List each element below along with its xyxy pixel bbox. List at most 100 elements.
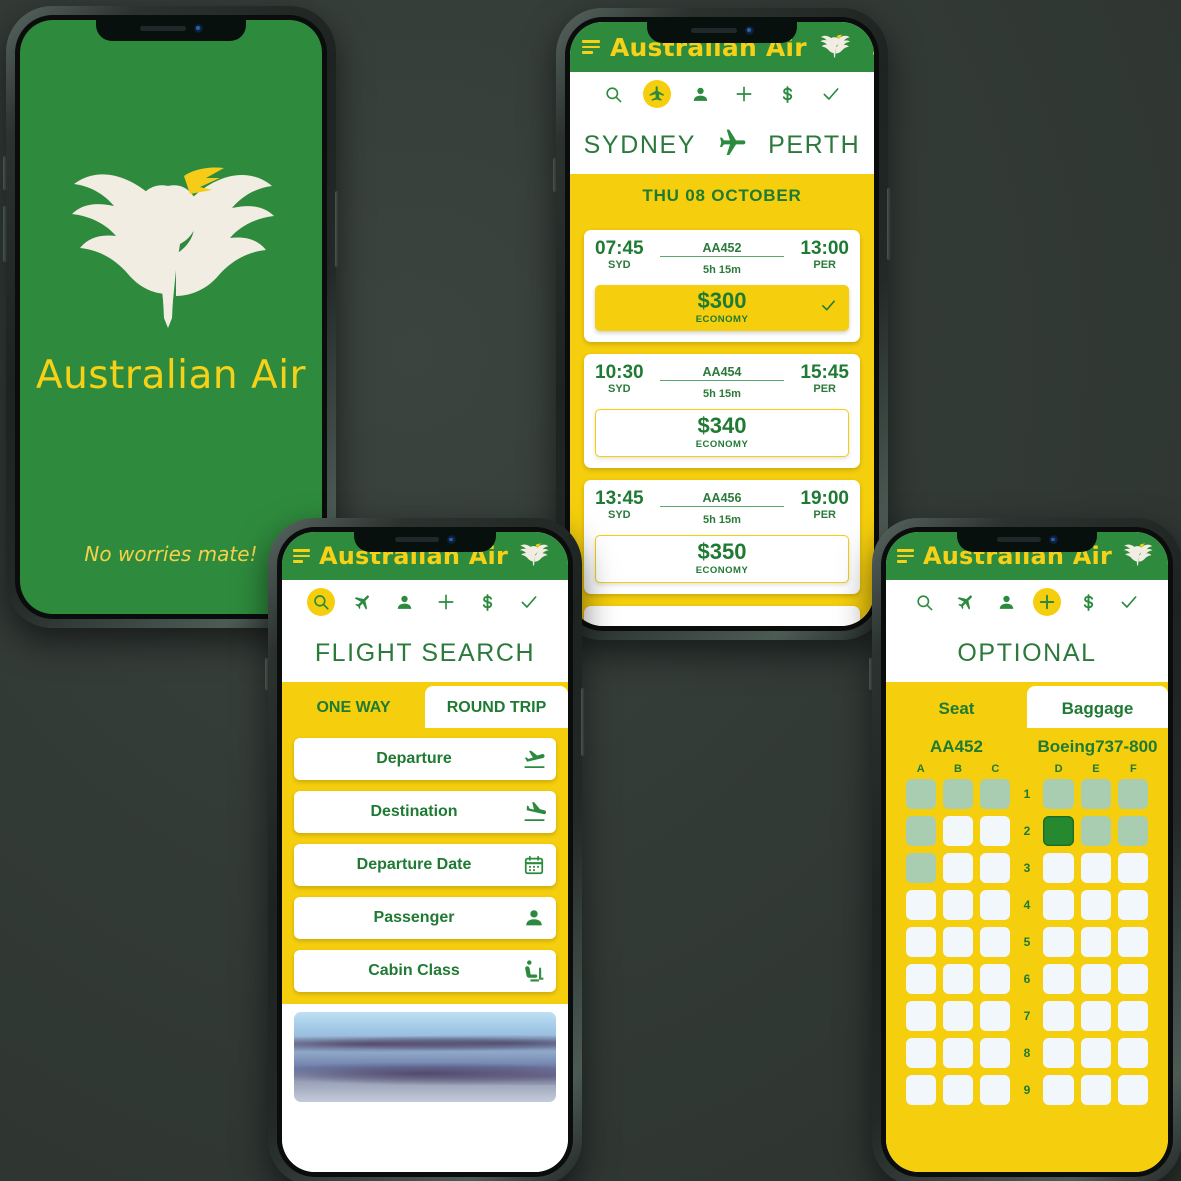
- seat-row-number: 4: [1023, 898, 1031, 912]
- seat-B9[interactable]: [942, 1075, 974, 1105]
- seat-F3[interactable]: [1118, 853, 1149, 883]
- person-icon[interactable]: [993, 588, 1021, 616]
- phone-flight-list: Australian Air SYDNEY PERTH THU 08 OCTOB…: [553, 8, 891, 640]
- tab-one-way[interactable]: ONE WAY: [282, 686, 425, 728]
- seat-B6[interactable]: [942, 964, 974, 994]
- departure-date-field[interactable]: Departure Date: [294, 844, 556, 886]
- seat-C9[interactable]: [980, 1075, 1011, 1105]
- seat-A8[interactable]: [905, 1038, 936, 1068]
- seat-D1[interactable]: [1043, 779, 1074, 809]
- tab-seat[interactable]: Seat: [886, 686, 1027, 728]
- seat-A7[interactable]: [905, 1001, 936, 1031]
- seat-B3[interactable]: [942, 853, 974, 883]
- seat-A5[interactable]: [905, 927, 936, 957]
- kebab-menu-icon[interactable]: [872, 39, 874, 55]
- seat-B8[interactable]: [942, 1038, 974, 1068]
- cabin-class-field[interactable]: Cabin Class: [294, 950, 556, 992]
- route-header: SYDNEY PERTH: [570, 116, 874, 174]
- flight-card-partial[interactable]: [584, 606, 860, 626]
- seat-E2[interactable]: [1080, 816, 1112, 846]
- seat-F1[interactable]: [1118, 779, 1149, 809]
- seat-E8[interactable]: [1080, 1038, 1112, 1068]
- seat-C2[interactable]: [980, 816, 1011, 846]
- seat-A3[interactable]: [905, 853, 936, 883]
- seat-E6[interactable]: [1080, 964, 1112, 994]
- flight-icon[interactable]: [952, 588, 980, 616]
- seat-C6[interactable]: [980, 964, 1011, 994]
- check-icon[interactable]: [817, 80, 845, 108]
- dollar-icon[interactable]: [1074, 588, 1102, 616]
- fare-button[interactable]: $300 ECONOMY: [595, 285, 849, 331]
- seat-F5[interactable]: [1118, 927, 1149, 957]
- seat-D8[interactable]: [1043, 1038, 1074, 1068]
- hamburger-icon[interactable]: [293, 549, 310, 563]
- flight-icon[interactable]: [349, 588, 377, 616]
- search-icon[interactable]: [307, 588, 336, 616]
- seat-F7[interactable]: [1118, 1001, 1149, 1031]
- seat-F6[interactable]: [1118, 964, 1149, 994]
- seat-col-e: E: [1092, 763, 1100, 775]
- seat-C7[interactable]: [980, 1001, 1011, 1031]
- seat-B7[interactable]: [942, 1001, 974, 1031]
- seat-row-number: 5: [1023, 935, 1031, 949]
- seat-B2[interactable]: [942, 816, 974, 846]
- seat-B4[interactable]: [942, 890, 974, 920]
- seat-row-number: 7: [1023, 1009, 1031, 1023]
- fare-button[interactable]: $350 ECONOMY: [595, 535, 849, 583]
- seat-E3[interactable]: [1080, 853, 1112, 883]
- seat-E7[interactable]: [1080, 1001, 1112, 1031]
- seat-B5[interactable]: [942, 927, 974, 957]
- seat-D2[interactable]: [1043, 816, 1074, 846]
- dollar-icon[interactable]: [473, 588, 501, 616]
- seat-F8[interactable]: [1118, 1038, 1149, 1068]
- seat-D3[interactable]: [1043, 853, 1074, 883]
- seat-C1[interactable]: [980, 779, 1011, 809]
- flight-card[interactable]: 10:30 SYD AA454 5h 15m 15:45 PER $340 EC…: [584, 354, 860, 468]
- arrival-block: 19:00 PER: [800, 489, 849, 521]
- seat-E5[interactable]: [1080, 927, 1112, 957]
- seat-A9[interactable]: [905, 1075, 936, 1105]
- person-icon[interactable]: [390, 588, 418, 616]
- search-icon[interactable]: [599, 80, 627, 108]
- departure-field[interactable]: Departure: [294, 738, 556, 780]
- seat-D5[interactable]: [1043, 927, 1074, 957]
- destination-field[interactable]: Destination: [294, 791, 556, 833]
- seat-E4[interactable]: [1080, 890, 1112, 920]
- passenger-field[interactable]: Passenger: [294, 897, 556, 939]
- seat-A1[interactable]: [905, 779, 936, 809]
- search-icon[interactable]: [911, 588, 939, 616]
- fare-button[interactable]: $340 ECONOMY: [595, 409, 849, 457]
- seat-C5[interactable]: [980, 927, 1011, 957]
- seat-D4[interactable]: [1043, 890, 1074, 920]
- plus-icon[interactable]: [730, 80, 758, 108]
- seat-C3[interactable]: [980, 853, 1011, 883]
- hamburger-icon[interactable]: [582, 40, 600, 54]
- check-icon[interactable]: [515, 588, 543, 616]
- seat-D7[interactable]: [1043, 1001, 1074, 1031]
- flight-card[interactable]: 13:45 SYD AA456 5h 15m 19:00 PER $350 EC…: [584, 480, 860, 594]
- seat-D9[interactable]: [1043, 1075, 1074, 1105]
- flight-card[interactable]: 07:45 SYD AA452 5h 15m 13:00 PER $300 EC…: [584, 230, 860, 342]
- seat-E9[interactable]: [1080, 1075, 1112, 1105]
- seat-D6[interactable]: [1043, 964, 1074, 994]
- date-bar[interactable]: THU 08 OCTOBER: [570, 174, 874, 218]
- plus-icon[interactable]: [432, 588, 460, 616]
- hamburger-icon[interactable]: [897, 549, 914, 563]
- seat-F2[interactable]: [1118, 816, 1149, 846]
- seat-B1[interactable]: [942, 779, 974, 809]
- dollar-icon[interactable]: [773, 80, 801, 108]
- seat-F9[interactable]: [1118, 1075, 1149, 1105]
- seat-A6[interactable]: [905, 964, 936, 994]
- plus-icon[interactable]: [1033, 588, 1062, 616]
- seat-E1[interactable]: [1080, 779, 1112, 809]
- seat-C4[interactable]: [980, 890, 1011, 920]
- seat-C8[interactable]: [980, 1038, 1011, 1068]
- check-icon[interactable]: [1115, 588, 1143, 616]
- person-icon[interactable]: [686, 80, 714, 108]
- tab-baggage[interactable]: Baggage: [1027, 686, 1168, 728]
- seat-A2[interactable]: [905, 816, 936, 846]
- seat-F4[interactable]: [1118, 890, 1149, 920]
- flight-icon[interactable]: [642, 80, 671, 108]
- tab-round-trip[interactable]: ROUND TRIP: [425, 686, 568, 728]
- seat-A4[interactable]: [905, 890, 936, 920]
